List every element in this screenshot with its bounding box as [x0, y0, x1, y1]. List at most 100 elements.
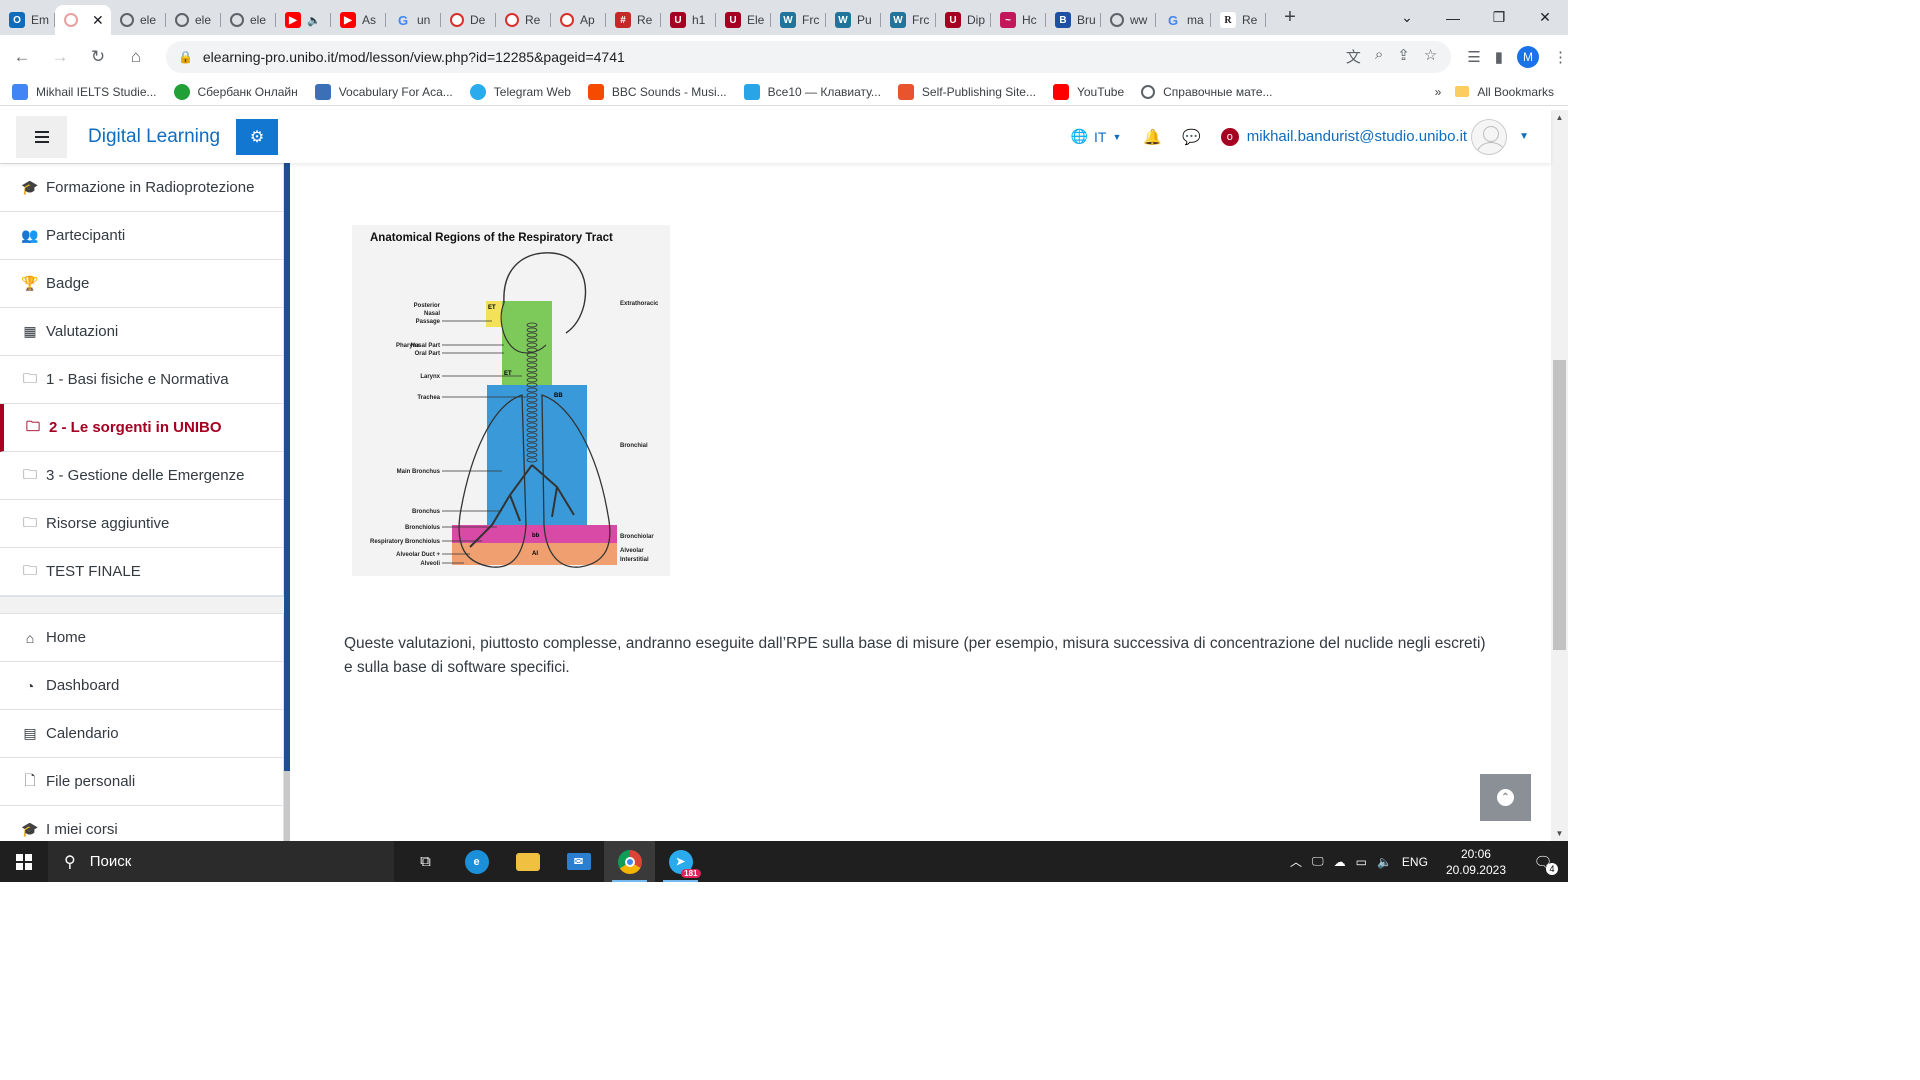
browser-tab[interactable]: ele [166, 5, 221, 35]
browser-tab[interactable]: ▶ 🔈 [276, 5, 331, 35]
sidebar-course-item[interactable]: 🗀 TEST FINALE [0, 548, 283, 596]
telegram-taskbar-button[interactable]: ➤ 181 [655, 841, 706, 882]
sidebar-site-item[interactable]: ◔ Dashboard [0, 662, 283, 710]
settings-button[interactable]: ⚙ [236, 118, 279, 155]
browser-tab[interactable]: Re [496, 5, 551, 35]
scroll-up-arrow-icon[interactable]: ▲ [1551, 113, 1568, 122]
sidebar-course-item[interactable]: 🗀 1 - Basi fisiche e Normativa [0, 356, 283, 404]
bookmark-item[interactable]: Все10 — Клавиату... [743, 83, 881, 100]
zoom-icon[interactable]: ⌕ [1375, 46, 1383, 67]
back-button[interactable]: ← [6, 41, 38, 73]
forward-button[interactable]: → [44, 41, 76, 73]
bell-icon[interactable]: 🔔 [1143, 128, 1162, 146]
browser-tab[interactable]: Gma [1156, 5, 1211, 35]
input-language[interactable]: ENG [1402, 855, 1428, 869]
browser-tab[interactable]: ele [111, 5, 166, 35]
notification-center-icon[interactable]: 🗨 4 [1526, 853, 1560, 875]
chrome-taskbar-button[interactable] [604, 841, 655, 882]
tray-overflow-icon[interactable]: ︿ [1290, 853, 1302, 870]
side-panel-icon[interactable]: ▮ [1495, 48, 1503, 66]
scroll-down-arrow-icon[interactable]: ▼ [1551, 829, 1568, 838]
browser-tab[interactable]: ▶ As [331, 5, 386, 35]
browser-tab[interactable]: # Re [606, 5, 661, 35]
drawer-toggle-button[interactable] [16, 115, 67, 158]
reading-list-icon[interactable]: ☰ [1467, 48, 1480, 66]
minimize-button[interactable]: — [1430, 0, 1476, 35]
browser-tab[interactable]: W Pu [826, 5, 881, 35]
user-menu[interactable]: o mikhail.bandurist@studio.unibo.it [1220, 127, 1467, 146]
bookmark-item[interactable]: BBC Sounds - Musi... [587, 83, 727, 100]
browser-tab[interactable]: Uh1 [661, 5, 716, 35]
all-bookmarks-button[interactable]: All Bookmarks [1455, 85, 1554, 99]
bookmark-star-icon[interactable]: ☆ [1424, 46, 1437, 67]
site-info-icon[interactable]: 🔒 [178, 50, 193, 64]
bookmark-item[interactable]: Telegram Web [469, 83, 571, 100]
tab-title: h1 [692, 13, 706, 27]
sidebar-course-item[interactable]: ▦ Valutazioni [0, 308, 283, 356]
user-menu-caret-icon[interactable]: ▼ [1519, 131, 1529, 142]
browser-tab[interactable]: Ap [551, 5, 606, 35]
bookmark-item[interactable]: Справочные мате... [1141, 84, 1273, 99]
close-window-button[interactable]: ✕ [1522, 0, 1568, 35]
bookmark-item[interactable]: Vocabulary For Aca... [314, 83, 453, 100]
browser-tab[interactable]: U Ele [716, 5, 771, 35]
bookmark-item[interactable]: Self-Publishing Site... [897, 83, 1036, 100]
edge-taskbar-button[interactable]: e [451, 841, 502, 882]
bookmark-item[interactable]: Сбербанк Онлайн [173, 83, 298, 100]
browser-tab[interactable]: ~ Hc [991, 5, 1046, 35]
messages-icon[interactable]: 💬 [1182, 128, 1201, 146]
page-scrollbar[interactable]: ▲ ▼ [1551, 110, 1568, 841]
sidebar-course-item[interactable]: 👥 Partecipanti [0, 212, 283, 260]
reload-button[interactable]: ↻ [82, 41, 114, 73]
battery-icon[interactable]: ▭ [1356, 855, 1367, 869]
scrollbar-thumb[interactable] [1553, 360, 1566, 650]
browser-tab[interactable]: ww [1101, 5, 1156, 35]
sidebar-course-item[interactable]: 🗀 3 - Gestione delle Emergenze [0, 452, 283, 500]
audio-playing-icon[interactable]: 🔈 [307, 14, 321, 27]
browser-tab[interactable]: O Em [0, 5, 55, 35]
clock[interactable]: 20:06 20.09.2023 [1446, 846, 1506, 878]
sidebar-site-item[interactable]: ▤ Calendario [0, 710, 283, 758]
home-button[interactable]: ⌂ [120, 41, 152, 73]
browser-tab[interactable]: De [441, 5, 496, 35]
share-icon[interactable]: ⇪ [1397, 46, 1410, 67]
avatar[interactable] [1471, 118, 1508, 155]
browser-tab[interactable]: W Frc [881, 5, 936, 35]
browser-tab[interactable]: R Re [1211, 5, 1266, 35]
sidebar-course-item[interactable]: 🎓 Formazione in Radioprotezione [0, 164, 283, 212]
address-bar[interactable]: 🔒 elearning-pro.unibo.it/mod/lesson/view… [165, 40, 1452, 73]
sidebar-course-item[interactable]: 🏆 Badge [0, 260, 283, 308]
sidebar-course-item[interactable]: 🗀 Risorse aggiuntive [0, 500, 283, 548]
explorer-taskbar-button[interactable] [502, 841, 553, 882]
browser-tab[interactable]: ele [221, 5, 276, 35]
mail-taskbar-button[interactable]: ✉ [553, 841, 604, 882]
bookmark-item[interactable]: Mikhail IELTS Studie... [12, 83, 157, 100]
browser-tab[interactable]: Gun [386, 5, 441, 35]
site-title[interactable]: Digital Learning [88, 126, 220, 148]
restore-button[interactable]: ❐ [1476, 0, 1522, 35]
task-view-button[interactable]: ⧉ [400, 841, 451, 882]
sidebar-course-item[interactable]: 🗀 2 - Le sorgenti in UNIBO [0, 404, 283, 452]
close-tab-icon[interactable]: ✕ [92, 12, 104, 29]
sidebar-site-item[interactable]: ⌂ Home [0, 614, 283, 662]
bookmark-item[interactable]: YouTube [1052, 83, 1124, 100]
tab-search-icon[interactable]: ⌄ [1384, 0, 1430, 35]
volume-icon[interactable]: 🔈 [1377, 855, 1392, 869]
sidebar-site-item[interactable]: 🗋 File personali [0, 758, 283, 806]
start-button[interactable] [0, 841, 48, 882]
language-menu[interactable]: 🌐 IT ▼ [1071, 128, 1122, 145]
browser-tab[interactable]: U Dip [936, 5, 991, 35]
browser-tab[interactable]: W Frc [771, 5, 826, 35]
back-to-top-button[interactable]: ⌃ [1480, 774, 1531, 821]
translate-icon[interactable]: 文 [1346, 46, 1361, 67]
new-tab-button[interactable]: + [1270, 6, 1310, 29]
profile-avatar[interactable]: M [1517, 45, 1539, 68]
taskbar-search[interactable]: ⚲ Поиск [48, 841, 394, 882]
browser-menu-icon[interactable]: ⋮ [1553, 48, 1568, 66]
bookmarks-overflow-button[interactable]: » [1435, 85, 1442, 99]
browser-tab[interactable]: ✕ [55, 5, 111, 35]
browser-tab[interactable]: B Bru [1046, 5, 1101, 35]
onedrive-icon[interactable]: ☁ [1334, 855, 1346, 869]
sidebar-site-item[interactable]: 🎓 I miei corsi [0, 806, 283, 841]
network-icon[interactable]: 🖵 [1312, 854, 1324, 869]
